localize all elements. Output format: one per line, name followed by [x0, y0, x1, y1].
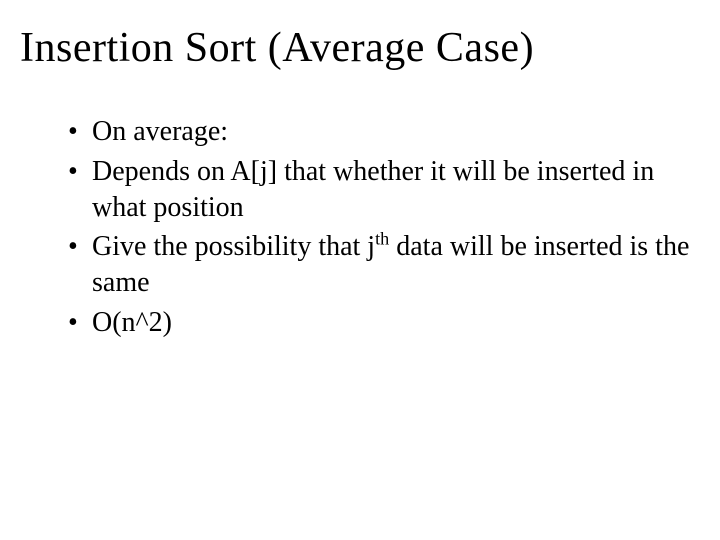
bullet-depends: Depends on A[j] that whether it will be … — [68, 154, 700, 226]
bullet-on-average: On average: — [68, 114, 700, 150]
slide-title: Insertion Sort (Average Case) — [20, 24, 700, 72]
bullet-complexity: O(n^2) — [68, 305, 700, 341]
bullet-possibility-pre: Give the possibility that j — [92, 231, 375, 262]
bullet-list: On average: Depends on A[j] that whether… — [20, 114, 700, 341]
bullet-possibility: Give the possibility that jth data will … — [68, 229, 700, 301]
superscript-th: th — [375, 229, 389, 249]
